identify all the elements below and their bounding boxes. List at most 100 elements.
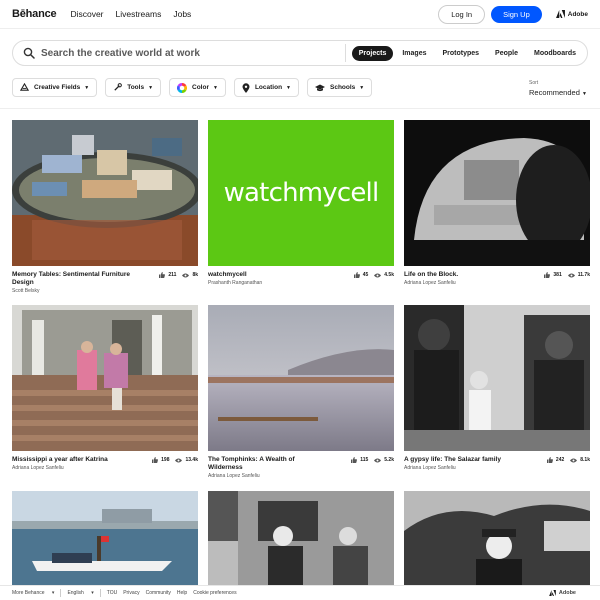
project-stats: 381 11.7k bbox=[538, 272, 590, 279]
project-thumbnail[interactable] bbox=[208, 491, 394, 585]
search-divider bbox=[344, 44, 346, 62]
project-card[interactable] bbox=[404, 491, 590, 585]
filter-tools[interactable]: Tools ▼ bbox=[105, 78, 162, 97]
thumbs-up-icon bbox=[152, 457, 159, 463]
footer-adobe-label: Adobe bbox=[558, 590, 576, 596]
filter-tools-label: Tools bbox=[127, 84, 145, 91]
nav-livestreams[interactable]: Livestreams bbox=[116, 9, 162, 19]
eye-icon bbox=[374, 458, 382, 462]
thumbnail-text: watchmycell bbox=[223, 178, 380, 208]
project-author[interactable]: Adriana Lopez Sanfeliu bbox=[404, 280, 590, 286]
filter-schools[interactable]: Schools ▼ bbox=[307, 78, 373, 97]
project-thumbnail[interactable] bbox=[12, 491, 198, 585]
project-card[interactable]: Mississippi a year after Katrina 198 13.… bbox=[12, 305, 198, 471]
tab-moodboards[interactable]: Moodboards bbox=[527, 46, 583, 61]
chevron-down-icon: ▼ bbox=[286, 84, 291, 91]
project-card[interactable]: watchmycell watchmycell 45 4.5k Prashant… bbox=[208, 120, 394, 286]
footer-more-behance[interactable]: More Behance ▾ bbox=[12, 590, 54, 596]
project-stats: 211 8k bbox=[153, 272, 198, 287]
sort-dropdown[interactable]: Sort Recommended ▼ bbox=[529, 80, 587, 97]
chevron-down-icon: ▼ bbox=[148, 84, 154, 91]
project-thumbnail[interactable] bbox=[208, 305, 394, 451]
view-count: 13.4k bbox=[175, 457, 198, 463]
thumbs-up-icon bbox=[353, 272, 360, 278]
project-title[interactable]: watchmycell bbox=[208, 271, 328, 279]
footer-adobe[interactable]: Adobe bbox=[549, 590, 582, 596]
project-card[interactable]: Life on the Block. 381 11.7k Adriana Lop… bbox=[404, 120, 590, 286]
tab-images[interactable]: Images bbox=[395, 46, 433, 61]
project-author[interactable]: Prashanth Ranganathan bbox=[208, 280, 394, 286]
footer-language[interactable]: English ▾ bbox=[67, 590, 93, 596]
view-count-value: 4.5k bbox=[384, 272, 394, 278]
filter-creative-fields[interactable]: Creative Fields ▼ bbox=[12, 78, 98, 97]
project-thumbnail[interactable] bbox=[404, 491, 590, 585]
graduation-cap-icon bbox=[315, 84, 325, 91]
like-count: 381 bbox=[544, 272, 562, 278]
like-count: 242 bbox=[546, 457, 565, 463]
header-divider bbox=[0, 108, 600, 109]
project-title[interactable]: Memory Tables: Sentimental Furniture Des… bbox=[12, 271, 132, 287]
chevron-down-icon: ▼ bbox=[84, 84, 90, 91]
filter-color[interactable]: Color ▼ bbox=[169, 78, 226, 97]
project-author[interactable]: Adriana Lopez Sanfeliu bbox=[12, 465, 198, 471]
footer-link-help[interactable]: Help bbox=[177, 590, 187, 596]
project-card[interactable]: A gypsy life: The Salazar family 242 8.1… bbox=[404, 305, 590, 471]
filter-location-label: Location bbox=[254, 84, 283, 91]
project-thumbnail[interactable] bbox=[404, 120, 590, 266]
filter-creative-fields-label: Creative Fields bbox=[34, 84, 81, 91]
project-meta: watchmycell 45 4.5k bbox=[208, 271, 394, 279]
signup-button[interactable]: Sign Up bbox=[491, 5, 542, 23]
nav-discover[interactable]: Discover bbox=[70, 9, 103, 19]
search-icon bbox=[23, 47, 35, 59]
like-count-value: 242 bbox=[555, 457, 565, 463]
login-button[interactable]: Log In bbox=[438, 4, 486, 24]
color-wheel-icon bbox=[177, 82, 188, 93]
search-input[interactable] bbox=[41, 47, 341, 59]
like-count-value: 211 bbox=[168, 272, 177, 278]
like-count-value: 45 bbox=[362, 272, 369, 278]
project-stats: 115 5.2k bbox=[345, 457, 394, 472]
project-title[interactable]: Life on the Block. bbox=[404, 271, 524, 279]
footer-link-cookie-preferences[interactable]: Cookie preferences bbox=[193, 590, 236, 596]
eye-icon bbox=[374, 273, 382, 277]
project-author[interactable]: Adriana Lopez Sanfeliu bbox=[208, 473, 394, 479]
like-count-value: 198 bbox=[161, 457, 170, 463]
footer-link-community[interactable]: Community bbox=[146, 590, 171, 596]
tab-prototypes[interactable]: Prototypes bbox=[435, 46, 486, 61]
tab-people[interactable]: People bbox=[488, 46, 525, 61]
top-nav: Bēhance Discover Livestreams Jobs Log In… bbox=[0, 0, 600, 29]
project-title[interactable]: A gypsy life: The Salazar family bbox=[404, 456, 524, 464]
location-pin-icon bbox=[242, 82, 250, 93]
footer-link-privacy[interactable]: Privacy bbox=[123, 590, 139, 596]
view-count-value: 8k bbox=[192, 272, 198, 278]
thumbs-up-icon bbox=[544, 272, 551, 278]
chevron-down-icon: ▼ bbox=[581, 91, 587, 97]
project-meta: The Tomphinks: A Wealth of Wilderness 11… bbox=[208, 456, 394, 472]
filter-location[interactable]: Location ▼ bbox=[233, 78, 299, 97]
thumbs-up-icon bbox=[159, 272, 166, 278]
view-count-value: 11.7k bbox=[577, 272, 590, 278]
project-card[interactable] bbox=[12, 491, 198, 585]
adobe-link[interactable]: Adobe bbox=[555, 10, 588, 18]
like-count: 45 bbox=[353, 272, 369, 278]
project-card[interactable]: The Tomphinks: A Wealth of Wilderness 11… bbox=[208, 305, 394, 479]
project-meta: A gypsy life: The Salazar family 242 8.1… bbox=[404, 456, 590, 464]
project-thumbnail[interactable] bbox=[404, 305, 590, 451]
project-author[interactable]: Adriana Lopez Sanfeliu bbox=[404, 465, 590, 471]
project-card[interactable] bbox=[208, 491, 394, 585]
project-author[interactable]: Scott Belsky bbox=[12, 288, 198, 294]
adobe-logo-icon bbox=[549, 590, 556, 596]
project-thumbnail[interactable] bbox=[12, 305, 198, 451]
footer-link-tou[interactable]: TOU bbox=[107, 590, 117, 596]
project-card[interactable]: Memory Tables: Sentimental Furniture Des… bbox=[12, 120, 198, 294]
tab-projects[interactable]: Projects bbox=[351, 45, 394, 61]
project-thumbnail[interactable]: watchmycell bbox=[208, 120, 394, 266]
eye-icon bbox=[175, 458, 183, 462]
behance-logo[interactable]: Bēhance bbox=[12, 8, 57, 20]
project-title[interactable]: Mississippi a year after Katrina bbox=[12, 456, 132, 464]
thumbs-up-icon bbox=[351, 457, 358, 463]
nav-jobs[interactable]: Jobs bbox=[173, 9, 191, 19]
project-title[interactable]: The Tomphinks: A Wealth of Wilderness bbox=[208, 456, 328, 472]
filter-schools-label: Schools bbox=[330, 84, 356, 91]
project-thumbnail[interactable] bbox=[12, 120, 198, 266]
